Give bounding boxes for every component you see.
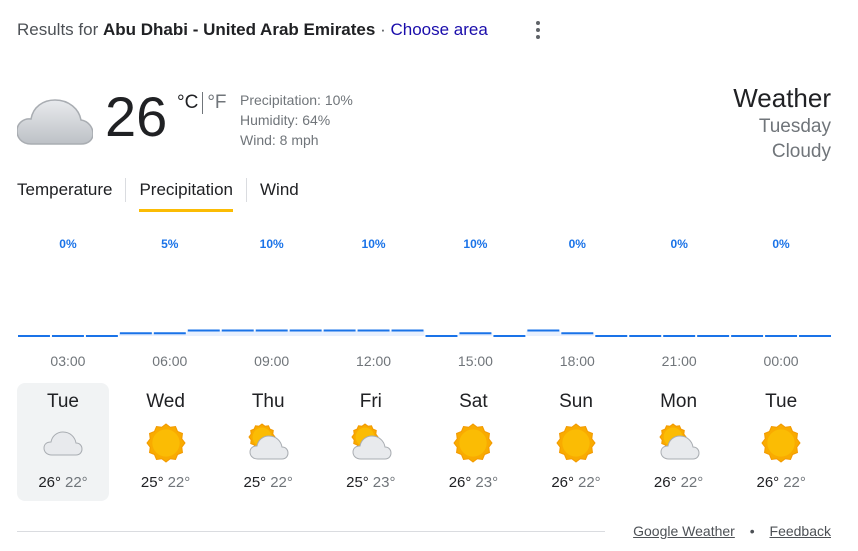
cloudy-icon [43, 431, 83, 456]
forecast-temps: 26° 22° [530, 474, 622, 491]
forecast-low: 22° [270, 474, 293, 491]
more-options-icon[interactable] [528, 20, 548, 40]
wind-detail: Wind: 8 mph [240, 132, 319, 148]
sunny-icon [145, 423, 186, 463]
separator: · [380, 20, 386, 39]
choose-area-link[interactable]: Choose area [390, 20, 487, 39]
forecast-temps: 26° 22° [17, 474, 109, 491]
forecast-day-name: Wed [146, 391, 185, 412]
celsius-unit[interactable]: °C [177, 92, 198, 113]
google-weather-link[interactable]: Google Weather [633, 523, 735, 539]
hour-tick-label: 09:00 [254, 353, 289, 369]
precipitation-value-label: 10% [463, 237, 487, 251]
forecast-high: 25° [346, 474, 369, 491]
hour-tick-label: 12:00 [356, 353, 391, 369]
forecast-day[interactable]: Tue 26° 22° [17, 383, 109, 501]
partly-cloudy-icon [248, 423, 289, 460]
hour-tick-label: 18:00 [560, 353, 595, 369]
precipitation-detail: Precipitation: 10% [240, 92, 353, 108]
forecast-high: 26° [551, 474, 574, 491]
forecast-day[interactable]: Sun 26° 22° [530, 383, 622, 501]
forecast-temps: 26° 23° [427, 474, 519, 491]
precipitation-value-label: 0% [59, 237, 77, 251]
tab-precipitation[interactable]: Precipitation [139, 178, 233, 212]
tab-wind[interactable]: Wind [260, 178, 299, 212]
sunny-icon [453, 423, 494, 463]
hour-tick-label: 03:00 [50, 353, 85, 369]
tab-divider [125, 178, 127, 202]
fahrenheit-unit[interactable]: °F [207, 92, 226, 113]
weather-summary: Weather Tuesday Cloudy [733, 82, 831, 164]
forecast-day-name: Mon [660, 391, 698, 412]
hour-tick-label: 00:00 [764, 353, 799, 369]
precipitation-value-label: 0% [671, 237, 689, 251]
weather-tabs: Temperature Precipitation Wind [17, 178, 299, 212]
feedback-link[interactable]: Feedback [770, 523, 831, 539]
forecast-low: 22° [783, 474, 806, 491]
hour-tick-label: 06:00 [152, 353, 187, 369]
forecast-low: 22° [65, 474, 88, 491]
forecast-temps: 25° 22° [120, 474, 212, 491]
forecast-high: 26° [756, 474, 780, 491]
forecast-day-name: Fri [359, 391, 382, 412]
forecast-high: 25° [243, 474, 267, 491]
forecast-low: 23° [372, 474, 396, 491]
precipitation-value-label: 10% [260, 237, 284, 251]
weather-day: Tuesday [758, 116, 831, 137]
precipitation-value-label: 10% [362, 237, 386, 251]
forecast-day[interactable]: Fri 25° 23° [325, 383, 417, 501]
precipitation-chart: 0% 5% 10% 10% 10% 0% 0% 0% 03:00 06:00 09:00 12:00 1… [17, 228, 832, 378]
tab-temperature[interactable]: Temperature [17, 178, 112, 212]
forecast-low: 22° [578, 474, 601, 491]
partly-cloudy-icon [351, 423, 392, 460]
footer-divider [17, 531, 605, 532]
forecast-high: 26° [448, 474, 472, 491]
forecast-day[interactable]: Sat 26° 23° [427, 383, 519, 501]
cloudy-icon [17, 99, 93, 145]
forecast-day-name: Sat [459, 391, 488, 412]
forecast-day-name: Sun [559, 391, 593, 412]
weather-condition: Cloudy [771, 141, 831, 162]
weather-details: Precipitation: 10% Humidity: 64% Wind: 8… [240, 90, 353, 150]
sunny-icon [556, 423, 596, 463]
forecast-temps: 25° 22° [222, 474, 314, 491]
humidity-detail: Humidity: 64% [240, 112, 331, 128]
forecast-temps: 26° 22° [633, 474, 725, 491]
forecast-low: 22° [680, 474, 704, 491]
forecast-high: 26° [38, 474, 61, 491]
partly-cloudy-icon [658, 423, 700, 460]
sunny-icon [761, 423, 801, 463]
tab-divider [246, 178, 247, 202]
precipitation-chart-svg: 0% 5% 10% 10% 10% 0% 0% 0% 03:00 06:00 09:00 12:00 1… [17, 237, 832, 369]
forecast-low: 22° [167, 474, 191, 491]
forecast-day-name: Thu [251, 391, 285, 412]
unit-toggle: °C °F [177, 92, 227, 114]
location-name: Abu Dhabi - United Arab Emirates [102, 20, 376, 39]
forecast-high: 26° [653, 474, 677, 491]
current-temperature: 26 [105, 85, 168, 148]
results-header: Results for Abu Dhabi - United Arab Emir… [17, 20, 488, 40]
hour-tick-label: 21:00 [662, 353, 697, 369]
forecast-temps: 26° 22° [735, 474, 827, 491]
weather-title: Weather [733, 83, 831, 113]
footer-separator: • [749, 523, 755, 539]
daily-forecast: Tue 26° 22° Wed 25° 22° Thu 25° 22° Fri 25° 23° Sat 2… [17, 383, 837, 501]
forecast-day[interactable]: Tue 26° 22° [735, 383, 827, 501]
forecast-day-name: Tue [765, 391, 798, 412]
forecast-temps: 25° 23° [325, 474, 417, 491]
results-prefix: Results for [17, 20, 99, 39]
precipitation-value-label: 5% [161, 237, 179, 251]
forecast-day[interactable]: Thu 25° 22° [222, 383, 314, 501]
forecast-day-name: Tue [46, 391, 80, 412]
hour-tick-label: 15:00 [458, 353, 493, 369]
footer: Google Weather • Feedback [633, 523, 831, 539]
precipitation-value-label: 0% [772, 237, 790, 251]
precipitation-value-label: 0% [569, 237, 587, 251]
forecast-day[interactable]: Wed 25° 22° [120, 383, 212, 501]
forecast-high: 25° [140, 474, 164, 491]
forecast-low: 23° [475, 474, 499, 491]
forecast-day[interactable]: Mon 26° 22° [633, 383, 725, 501]
